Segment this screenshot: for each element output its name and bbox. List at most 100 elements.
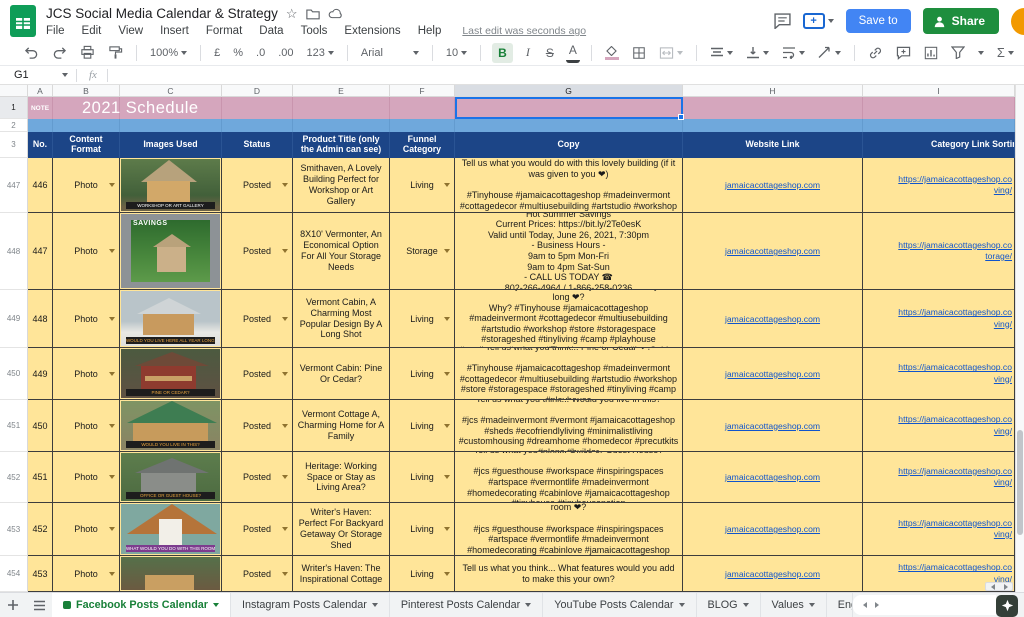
cell-copy[interactable]: Tell us what you think... Would you live… <box>455 400 683 452</box>
cell-f2[interactable] <box>390 119 455 132</box>
tab-youtube-posts-calendar[interactable]: YouTube Posts Calendar <box>543 593 696 617</box>
chevron-down-icon[interactable] <box>679 603 685 607</box>
add-sheet-button[interactable] <box>0 593 26 617</box>
header-product-title[interactable]: Product Title (only the Admin can see) <box>293 132 390 158</box>
category-link[interactable]: https://jamaicacottageshop.co ving/ <box>863 174 1014 196</box>
header-category-link-sorting[interactable]: Category Link Sorting <box>863 132 1015 158</box>
cell-image[interactable]: WOULD YOU LIVE HERE ALL YEAR LONG? <box>120 290 222 348</box>
insert-link-button[interactable] <box>866 43 885 63</box>
text-color-button[interactable]: A <box>566 43 580 63</box>
cell-copy[interactable]: Tell us what you think... Would you live… <box>455 290 683 348</box>
dropdown-arrow-icon[interactable] <box>109 527 115 531</box>
cell-image[interactable]: PINE OR CEDAR? <box>120 348 222 400</box>
cell-content-format[interactable]: Photo <box>53 400 120 452</box>
row-header[interactable]: 450 <box>0 348 28 400</box>
horizontal-scroll-arrows[interactable] <box>985 582 1013 591</box>
explore-button[interactable] <box>996 595 1018 617</box>
cell-category-link[interactable]: https://jamaicacottageshop.co ving/ <box>863 290 1015 348</box>
cell-no[interactable]: 452 <box>28 503 53 556</box>
currency-format-button[interactable]: £ <box>212 43 222 63</box>
cell-funnel-category[interactable]: Living <box>390 400 455 452</box>
cell-category-link[interactable]: https://jamaicacottageshop.co torage/ <box>863 213 1015 290</box>
cell-funnel-category[interactable]: Living <box>390 348 455 400</box>
redo-button[interactable] <box>50 43 69 63</box>
print-button[interactable] <box>78 43 97 63</box>
row-header-2[interactable]: 2 <box>0 119 28 132</box>
cell-product-title[interactable]: Vermont Cottage A, Charming Home for A F… <box>293 400 390 452</box>
cell-funnel-category[interactable]: Living <box>390 158 455 213</box>
merge-cells-button[interactable] <box>657 43 685 63</box>
all-sheets-button[interactable] <box>26 593 52 617</box>
font-select[interactable]: Arial <box>359 43 421 63</box>
tab-scroll-controls[interactable] <box>853 595 889 615</box>
cell-product-title[interactable]: Vermont Cabin, A Charming Most Popular D… <box>293 290 390 348</box>
dropdown-arrow-icon[interactable] <box>444 572 450 576</box>
header-no[interactable]: No. <box>28 132 53 158</box>
sheets-logo-icon[interactable] <box>10 5 36 37</box>
menu-view[interactable]: View <box>118 25 143 37</box>
cell-category-link[interactable]: https://jamaicacottageshop.co ving/ <box>863 400 1015 452</box>
dropdown-arrow-icon[interactable] <box>444 424 450 428</box>
vertical-align-button[interactable] <box>744 43 771 63</box>
text-rotation-button[interactable] <box>816 43 843 63</box>
column-header-c[interactable]: C <box>120 85 222 97</box>
dropdown-arrow-icon[interactable] <box>444 249 450 253</box>
menu-format[interactable]: Format <box>206 25 242 37</box>
tab-values[interactable]: Values <box>761 593 827 617</box>
menu-insert[interactable]: Insert <box>160 25 189 37</box>
dropdown-arrow-icon[interactable] <box>444 527 450 531</box>
cell-no[interactable]: 450 <box>28 400 53 452</box>
cell-website-link[interactable]: jamaicacottageshop.com <box>683 503 863 556</box>
menu-file[interactable]: File <box>46 25 65 37</box>
text-wrap-button[interactable] <box>780 43 807 63</box>
cell-category-link[interactable]: https://jamaicacottageshop.co ving/ <box>863 503 1015 556</box>
cell-image[interactable]: WORKSHOP OR ART GALLERY <box>120 158 222 213</box>
cell-website-link[interactable]: jamaicacottageshop.com <box>683 348 863 400</box>
row-header[interactable]: 448 <box>0 213 28 290</box>
dropdown-arrow-icon[interactable] <box>109 183 115 187</box>
cell-no[interactable]: 449 <box>28 348 53 400</box>
dropdown-arrow-icon[interactable] <box>109 424 115 428</box>
dropdown-arrow-icon[interactable] <box>282 527 288 531</box>
fill-handle[interactable] <box>678 114 684 120</box>
cell-content-format[interactable]: Photo <box>53 452 120 503</box>
cell-copy[interactable]: Hot Summer Savings Current Prices: https… <box>455 213 683 290</box>
cell-funnel-category[interactable]: Living <box>390 452 455 503</box>
website-link[interactable]: jamaicacottageshop.com <box>725 180 820 190</box>
website-link[interactable]: jamaicacottageshop.com <box>725 246 820 256</box>
row-header[interactable]: 454 <box>0 556 28 592</box>
header-images-used[interactable]: Images Used <box>120 132 222 158</box>
column-header-i[interactable]: I <box>863 85 1015 97</box>
account-avatar[interactable] <box>1011 8 1024 35</box>
tab-scroll-left-icon[interactable] <box>863 602 867 608</box>
select-all-corner[interactable] <box>0 85 28 97</box>
vertical-scrollbar-thumb[interactable] <box>1017 430 1023 535</box>
category-link[interactable]: https://jamaicacottageshop.co torage/ <box>863 240 1014 262</box>
column-header-a[interactable]: A <box>28 85 53 97</box>
cell-status[interactable]: Posted <box>222 400 293 452</box>
dropdown-arrow-icon[interactable] <box>282 475 288 479</box>
website-link[interactable]: jamaicacottageshop.com <box>725 569 820 579</box>
dropdown-arrow-icon[interactable] <box>444 475 450 479</box>
row-header[interactable]: 453 <box>0 503 28 556</box>
cell-content-format[interactable]: Photo <box>53 348 120 400</box>
cell-no[interactable]: 446 <box>28 158 53 213</box>
cell-product-title[interactable]: Heritage: Working Space or Stay as Livin… <box>293 452 390 503</box>
row-header[interactable]: 451 <box>0 400 28 452</box>
borders-button[interactable] <box>630 43 648 63</box>
cell-funnel-category[interactable]: Living <box>390 503 455 556</box>
dropdown-arrow-icon[interactable] <box>282 317 288 321</box>
cell-h2[interactable] <box>683 119 863 132</box>
column-header-d[interactable]: D <box>222 85 293 97</box>
menu-help[interactable]: Help <box>418 25 442 37</box>
row-header[interactable]: 452 <box>0 452 28 503</box>
cell-g2[interactable] <box>455 119 683 132</box>
fill-color-button[interactable] <box>603 43 621 63</box>
cell-content-format[interactable]: Photo <box>53 213 120 290</box>
menu-data[interactable]: Data <box>259 25 283 37</box>
scroll-left-icon[interactable] <box>991 584 995 590</box>
cell-content-format[interactable]: Photo <box>53 290 120 348</box>
header-content-format[interactable]: Content Format <box>53 132 120 158</box>
strikethrough-button[interactable]: S <box>543 43 557 63</box>
row-header-3[interactable]: 3 <box>0 132 28 158</box>
